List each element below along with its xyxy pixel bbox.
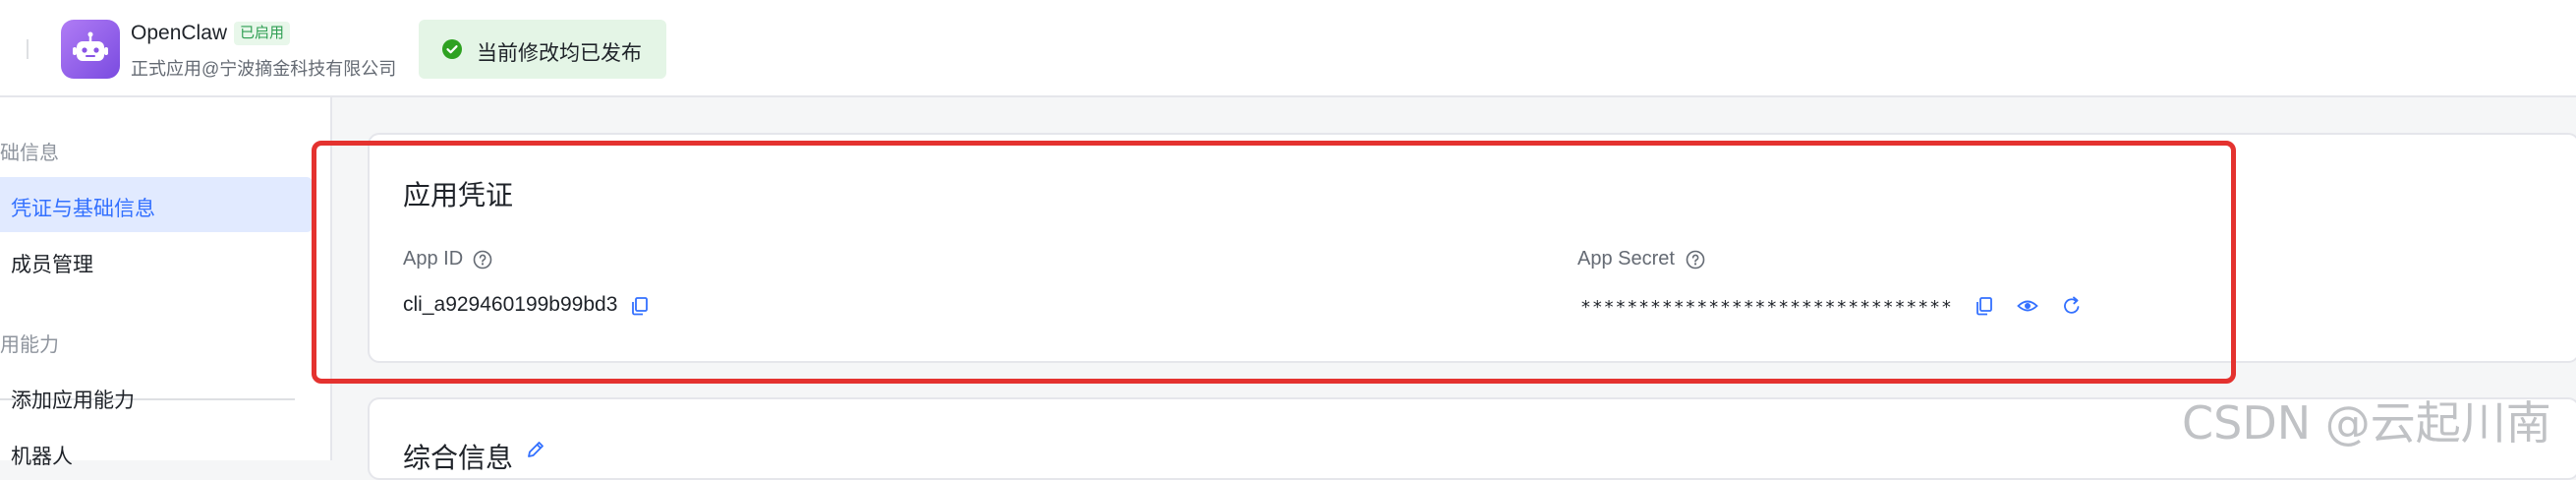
pencil-icon[interactable]	[525, 439, 546, 460]
app-status-badge: 已启用	[234, 22, 291, 45]
watermark: CSDN @云起川南	[2182, 396, 2551, 450]
sidebar-item-bot[interactable]: 机器人	[0, 425, 313, 480]
app-subtitle: 正式应用@宁波摘金科技有限公司	[131, 59, 397, 79]
sidebar: 础信息 凭证与基础信息 成员管理 用能力 添加应用能力 机器人	[0, 97, 332, 468]
sidebar-item-credentials[interactable]: 凭证与基础信息	[0, 177, 313, 232]
sidebar-group-capabilities: 用能力	[0, 334, 59, 356]
publish-status-banner: 当前修改均已发布	[419, 20, 666, 79]
sidebar-item-label: 添加应用能力	[11, 390, 135, 412]
sidebar-group-basic-info: 础信息	[0, 143, 59, 164]
sidebar-item-members[interactable]: 成员管理	[0, 233, 313, 288]
app-name: OpenClaw	[131, 22, 228, 44]
sidebar-item-label: 凭证与基础信息	[11, 198, 155, 220]
publish-status-text: 当前修改均已发布	[477, 42, 642, 65]
check-circle-icon	[442, 39, 462, 59]
header-divider	[27, 39, 29, 59]
highlight-annotation-box	[312, 141, 2236, 384]
sidebar-item-label: 机器人	[11, 446, 73, 468]
robot-icon	[61, 20, 120, 79]
general-info-title: 综合信息	[403, 443, 514, 473]
sidebar-item-label: 成员管理	[11, 254, 93, 276]
sidebar-item-add-capability[interactable]: 添加应用能力	[0, 369, 313, 424]
top-header: OpenClaw 已启用 正式应用@宁波摘金科技有限公司 当前修改均已发布	[0, 0, 2576, 97]
